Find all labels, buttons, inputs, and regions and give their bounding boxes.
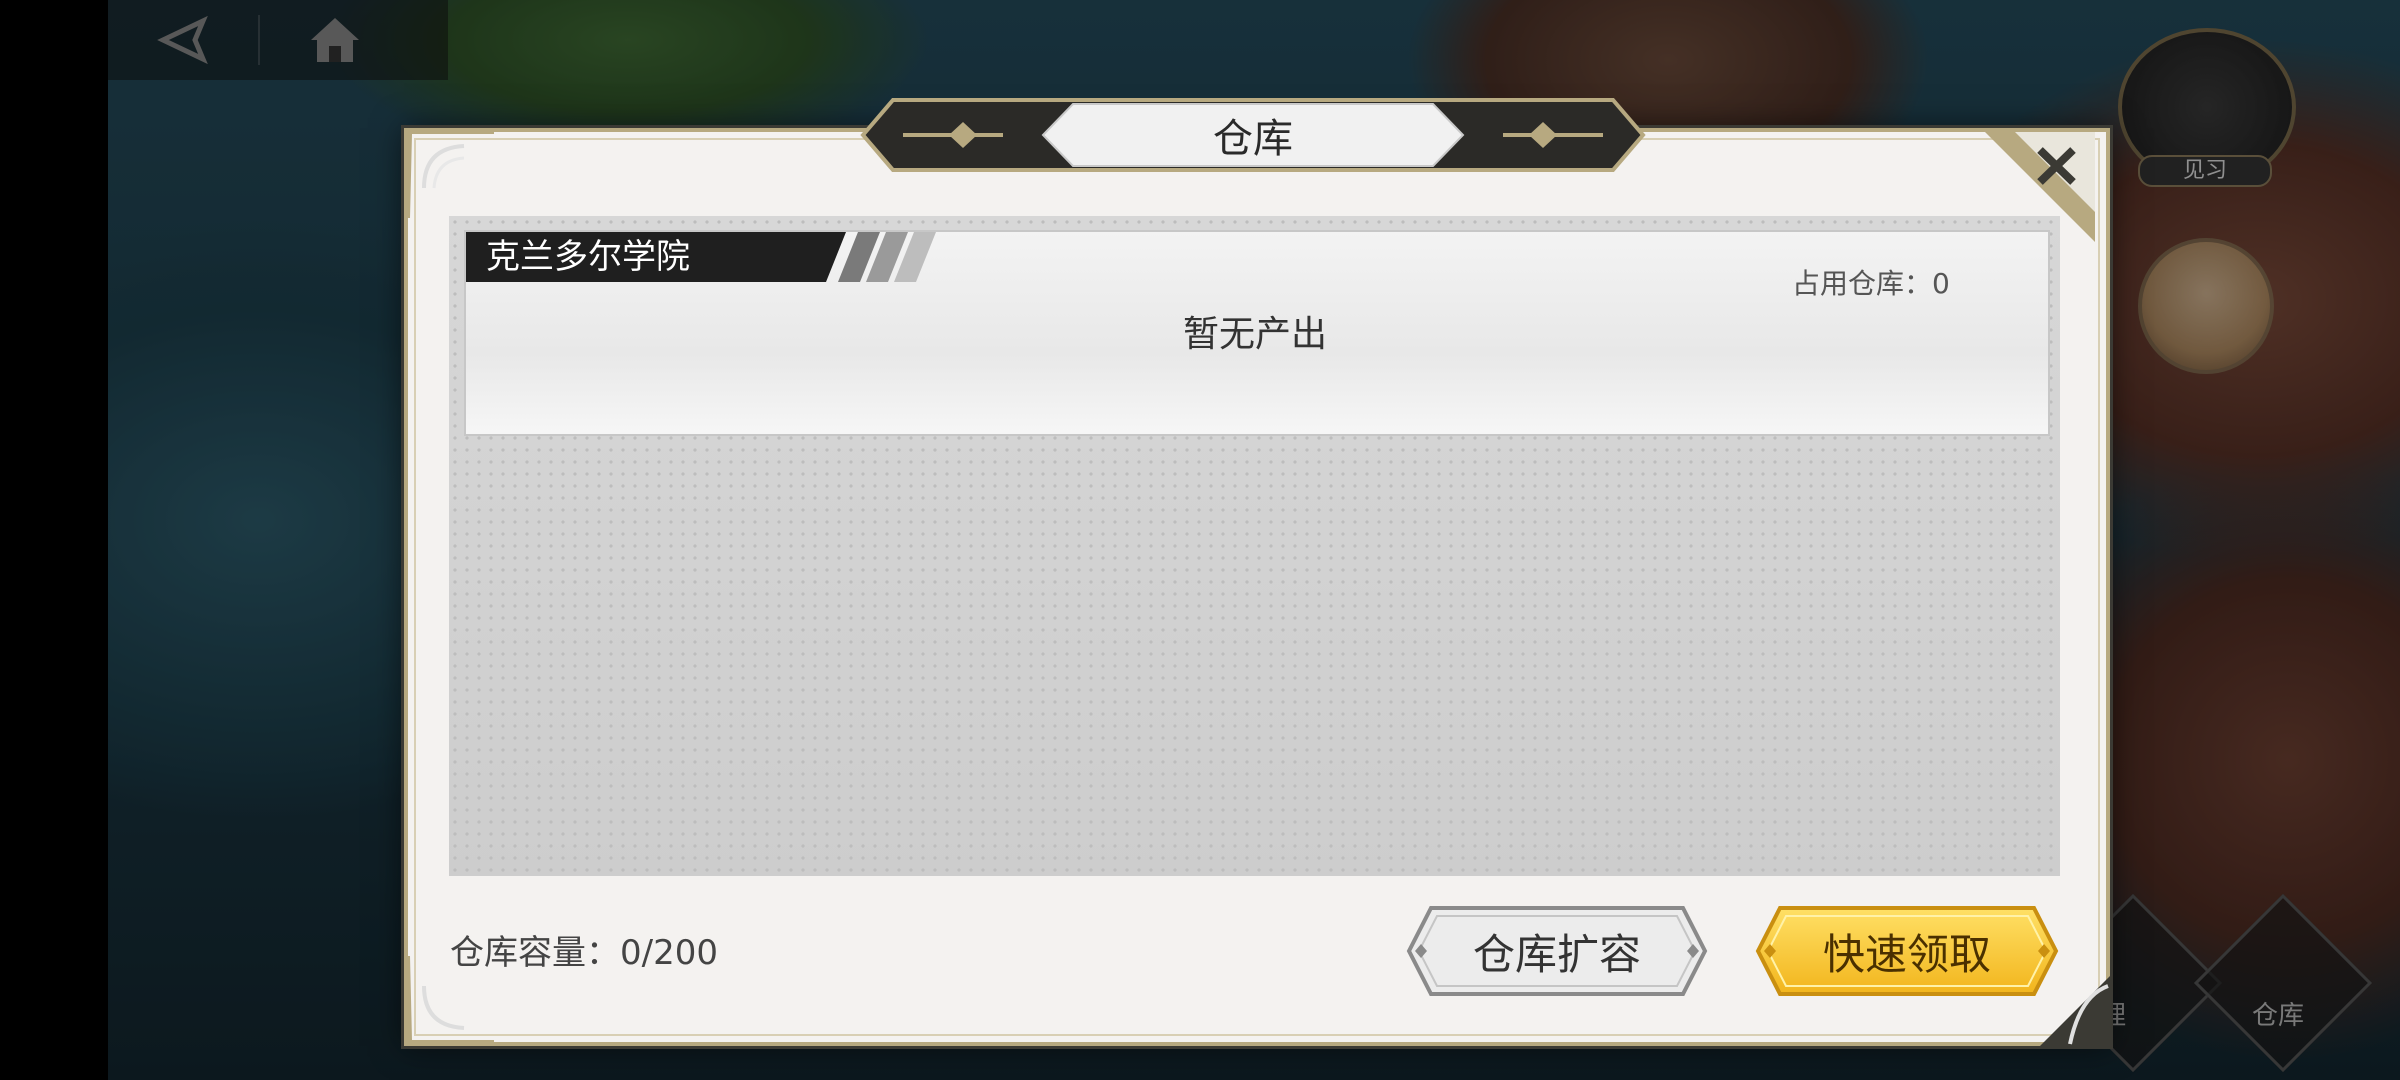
academy-name: 克兰多尔学院 [486, 237, 690, 277]
dialog-title-bar: 仓库 [843, 96, 1663, 174]
occupied-storage: 占用仓库：0 [1792, 267, 1950, 300]
expand-button-label: 仓库扩容 [1472, 929, 1641, 979]
dialog-title: 仓库 [1213, 116, 1293, 162]
warehouse-capacity: 仓库容量：0/200 [450, 933, 718, 973]
expand-warehouse-button[interactable]: 仓库扩容 [1405, 904, 1709, 998]
corner-ornament-icon [404, 128, 494, 218]
empty-output-text: 暂无产出 [1182, 314, 1327, 355]
quick-claim-button[interactable]: 快速领取 [1754, 904, 2060, 998]
card-header: 克兰多尔学院 [466, 232, 946, 282]
claim-button-label: 快速领取 [1822, 929, 1991, 979]
